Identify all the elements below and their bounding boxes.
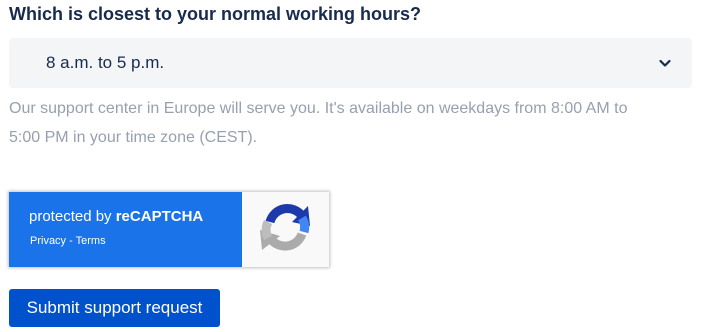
chevron-down-icon (659, 59, 671, 67)
recaptcha-terms-link[interactable]: Terms (76, 235, 106, 247)
recaptcha-title: protected by reCAPTCHA (29, 208, 203, 225)
support-center-helper-text: Our support center in Europe will serve … (9, 94, 689, 152)
recaptcha-prefix: protected by (29, 208, 116, 225)
recaptcha-logo-icon (260, 204, 310, 251)
helper-text-line-1: Our support center in Europe will serve … (9, 100, 628, 117)
recaptcha-info-panel: protected by reCAPTCHA Privacy - Terms (9, 192, 242, 267)
recaptcha-privacy-link[interactable]: Privacy (30, 235, 66, 247)
recaptcha-brand: reCAPTCHA (115, 208, 204, 225)
working-hours-select-value: 8 a.m. to 5 p.m. (46, 53, 165, 72)
submit-support-request-button[interactable]: Submit support request (9, 289, 220, 327)
recaptcha-links: Privacy - Terms (30, 235, 106, 247)
recaptcha-badge: protected by reCAPTCHA Privacy - Terms (9, 192, 329, 267)
helper-text-line-2: 5:00 PM in your time zone (CEST). (9, 129, 258, 146)
working-hours-question: Which is closest to your normal working … (9, 4, 422, 24)
recaptcha-link-separator: - (66, 235, 76, 247)
working-hours-select[interactable]: 8 a.m. to 5 p.m. (9, 38, 692, 88)
